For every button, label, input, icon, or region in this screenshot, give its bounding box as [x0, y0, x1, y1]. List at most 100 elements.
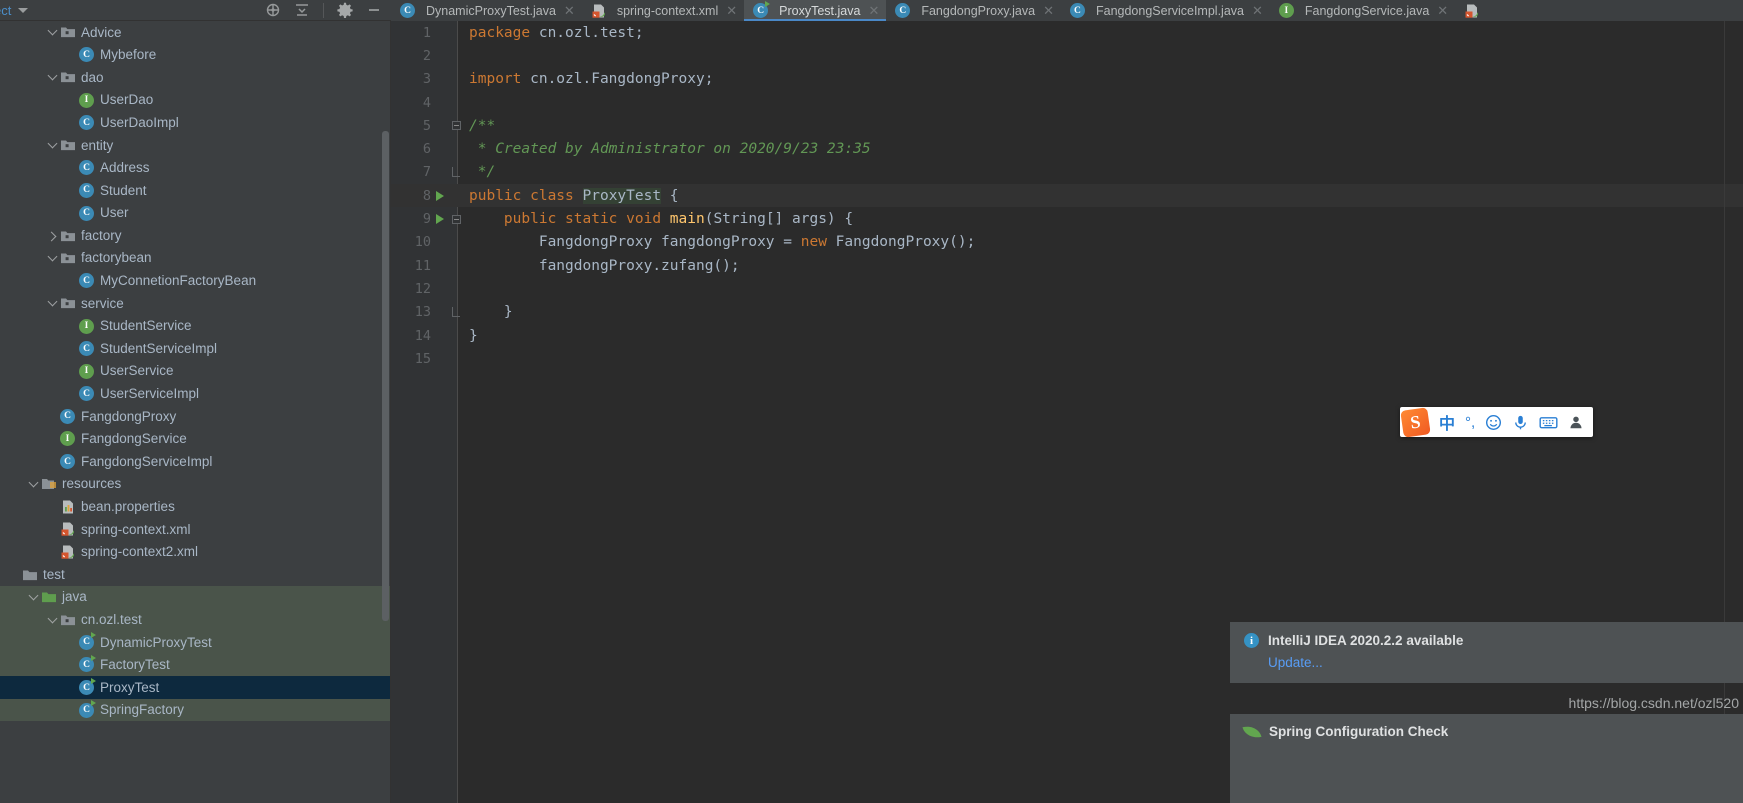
tree-node-userserviceimpl[interactable]: C UserServiceImpl: [0, 383, 391, 406]
tree-node-factory[interactable]: factory: [0, 224, 391, 247]
package-folder-icon: [60, 250, 76, 266]
tree-node-userservice[interactable]: I UserService: [0, 360, 391, 383]
notification-update-available[interactable]: i IntelliJ IDEA 2020.2.2 available Updat…: [1230, 622, 1743, 683]
tree-node-factorytest[interactable]: C FactoryTest: [0, 653, 391, 677]
editor-tab-proxytest-java[interactable]: C ProxyTest.java ✕: [744, 0, 887, 21]
close-icon[interactable]: ✕: [1043, 3, 1054, 19]
chevron-down-icon[interactable]: [46, 251, 60, 265]
code-line-6[interactable]: 6 * Created by Administrator on 2020/9/2…: [391, 137, 1743, 160]
code-line-4[interactable]: 4: [391, 91, 1743, 114]
voice-input-icon[interactable]: [1507, 414, 1534, 431]
code-line-8[interactable]: 8 public class ProxyTest {: [391, 184, 1743, 208]
editor-tab-overflow[interactable]: [1455, 0, 1498, 21]
code-line-12[interactable]: 12: [391, 277, 1743, 300]
tree-node-test[interactable]: test: [0, 563, 391, 586]
close-icon[interactable]: ✕: [726, 3, 737, 19]
tree-node-proxytest[interactable]: C ProxyTest: [0, 676, 391, 699]
tree-node-myconnetionfactorybean[interactable]: C MyConnetionFactoryBean: [0, 270, 391, 293]
run-gutter-icon[interactable]: [431, 214, 449, 225]
tree-node-bean-properties[interactable]: bean.properties: [0, 495, 391, 518]
sidebar-scrollbar[interactable]: [382, 131, 389, 621]
collapse-all-icon[interactable]: [294, 2, 310, 18]
spring-xml-icon: [1464, 3, 1480, 19]
fold-collapse-icon[interactable]: [451, 214, 461, 224]
chevron-down-icon[interactable]: [27, 590, 41, 604]
gear-icon[interactable]: [337, 2, 353, 18]
code-line-13[interactable]: 13 }: [391, 301, 1743, 324]
chevron-down-icon[interactable]: [46, 70, 60, 84]
tree-node-studentservice[interactable]: I StudentService: [0, 315, 391, 338]
close-icon[interactable]: ✕: [1252, 3, 1263, 19]
code-line-3[interactable]: 3 import cn.ozl.FangdongProxy;: [391, 68, 1743, 91]
tree-node-fangdongproxy[interactable]: C FangdongProxy: [0, 405, 391, 428]
minimize-icon[interactable]: [366, 2, 382, 18]
code-line-7[interactable]: 7 */: [391, 161, 1743, 184]
chevron-down-icon[interactable]: [46, 138, 60, 152]
tree-node-dynamicproxytest[interactable]: C DynamicProxyTest: [0, 631, 391, 654]
tree-node-java[interactable]: java: [0, 585, 391, 609]
editor-tab-fangdongserviceimpl-java[interactable]: C FangdongServiceImpl.java ✕: [1060, 0, 1270, 21]
tree-node-entity[interactable]: entity: [0, 134, 391, 157]
chevron-down-icon[interactable]: [18, 7, 29, 13]
editor-tab-fangdongservice-java[interactable]: I FangdongService.java ✕: [1269, 0, 1456, 21]
chinese-mode-icon[interactable]: 中: [1434, 410, 1460, 434]
tree-node-advice[interactable]: Advice: [0, 21, 391, 44]
tree-node-user[interactable]: C User: [0, 202, 391, 225]
punctuation-mode-icon[interactable]: °,: [1460, 414, 1480, 431]
run-gutter-icon[interactable]: [431, 190, 449, 201]
user-account-icon[interactable]: [1563, 414, 1589, 430]
tree-node-fangdongservice[interactable]: I FangdongService: [0, 428, 391, 451]
code-line-1[interactable]: 1 package cn.ozl.test;: [391, 21, 1743, 44]
code-line-15[interactable]: 15: [391, 347, 1743, 370]
java-class-icon: C: [79, 47, 95, 63]
toolbar-separator: [323, 2, 324, 18]
tree-node-resources[interactable]: resources: [0, 473, 391, 496]
editor-tab-label: FangdongService.java: [1304, 3, 1430, 18]
chevron-down-icon[interactable]: [46, 613, 60, 627]
code-line-9[interactable]: 9 public static void main(String[] args)…: [391, 207, 1743, 230]
close-icon[interactable]: ✕: [868, 3, 879, 19]
code-line-10[interactable]: 10 FangdongProxy fangdongProxy = new Fan…: [391, 231, 1743, 254]
tree-node-cn-ozl-test[interactable]: cn.ozl.test: [0, 608, 391, 632]
code-text: public static void main(String[] args) {: [463, 211, 853, 227]
fold-end-icon[interactable]: [452, 167, 460, 178]
notification-spring-config-check[interactable]: Spring Configuration Check: [1230, 714, 1743, 803]
close-icon[interactable]: ✕: [1437, 3, 1448, 19]
editor-tab-dynamicproxytest-java[interactable]: C DynamicProxyTest.java ✕: [391, 0, 582, 21]
code-line-2[interactable]: 2: [391, 44, 1743, 67]
tree-node-spring-context2-xml[interactable]: spring-context2.xml: [0, 541, 391, 564]
tree-node-spring-context-xml[interactable]: spring-context.xml: [0, 518, 391, 541]
chevron-right-icon[interactable]: [46, 229, 60, 243]
tree-node-dao[interactable]: dao: [0, 66, 391, 89]
chevron-down-icon[interactable]: [46, 25, 60, 39]
tree-node-factorybean[interactable]: factorybean: [0, 247, 391, 270]
project-tree-panel[interactable]: Advice C Mybefore dao I UserDao C UserDaoImpl en…: [0, 21, 391, 803]
fold-collapse-icon[interactable]: [451, 121, 461, 131]
code-line-5[interactable]: 5 /**: [391, 114, 1743, 137]
soft-keyboard-icon[interactable]: [1534, 414, 1563, 431]
emoji-icon[interactable]: [1480, 414, 1507, 431]
editor-tab-bar[interactable]: C DynamicProxyTest.java ✕ spring-context.xm…: [391, 0, 1743, 21]
update-link[interactable]: Update...: [1268, 655, 1729, 670]
chevron-down-icon[interactable]: [46, 296, 60, 310]
code-line-11[interactable]: 11 fangdongProxy.zufang();: [391, 254, 1743, 277]
tree-node-address[interactable]: C Address: [0, 157, 391, 180]
sogou-logo-icon[interactable]: S: [1400, 406, 1431, 438]
chevron-down-icon[interactable]: [27, 477, 41, 491]
tree-node-userdao[interactable]: I UserDao: [0, 89, 391, 112]
tree-node-studentserviceimpl[interactable]: C StudentServiceImpl: [0, 337, 391, 360]
project-tree[interactable]: Advice C Mybefore dao I UserDao C UserDaoImpl en…: [0, 21, 391, 722]
tree-node-fangdongserviceimpl[interactable]: C FangdongServiceImpl: [0, 450, 391, 473]
tree-node-service[interactable]: service: [0, 292, 391, 315]
tree-node-userdaoimpl[interactable]: C UserDaoImpl: [0, 111, 391, 134]
editor-tab-spring-context-xml[interactable]: spring-context.xml ✕: [581, 0, 745, 21]
tree-node-mybefore[interactable]: C Mybefore: [0, 44, 391, 67]
editor-tab-fangdongproxy-java[interactable]: C FangdongProxy.java ✕: [886, 0, 1061, 21]
close-icon[interactable]: ✕: [564, 3, 575, 19]
fold-end-icon[interactable]: [452, 307, 460, 318]
tree-node-springfactory[interactable]: C SpringFactory: [0, 698, 391, 722]
sogou-ime-toolbar[interactable]: S 中 °,: [1400, 406, 1594, 438]
code-line-14[interactable]: 14}: [391, 324, 1743, 347]
locate-icon[interactable]: [265, 2, 281, 18]
tree-node-student[interactable]: C Student: [0, 179, 391, 202]
